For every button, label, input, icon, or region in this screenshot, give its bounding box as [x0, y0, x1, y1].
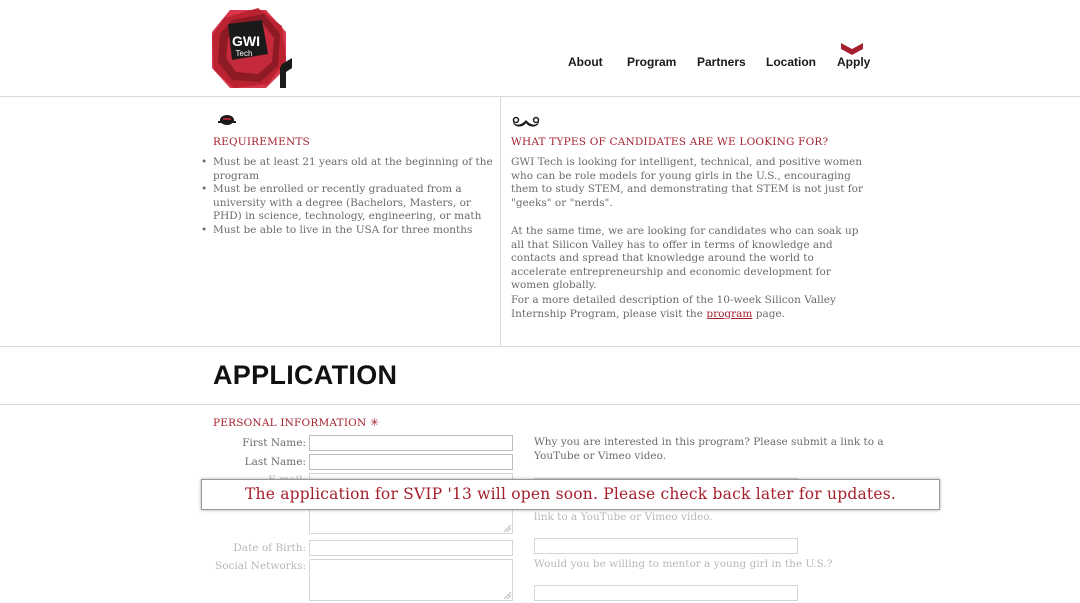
nav-apply[interactable]: Apply [837, 55, 870, 69]
gwi-tech-logo[interactable]: GWI Tech [208, 6, 298, 92]
last-name-label: Last Name: [244, 456, 306, 468]
site-header: GWI Tech About Program Partners Location… [0, 0, 1080, 97]
paragraph-text: page. [752, 307, 785, 320]
mustache-icon [512, 116, 540, 127]
requirement-item: Must be at least 21 years old at the beg… [201, 156, 493, 183]
logo-icon: GWI Tech [212, 8, 292, 88]
requirements-list: Must be at least 21 years old at the beg… [201, 156, 493, 238]
question-mentor: Would you be willing to mentor a young g… [534, 558, 833, 570]
paragraph-text: For a more detailed description of the 1… [511, 294, 836, 320]
notice-banner: The application for SVIP '13 will open s… [201, 479, 940, 510]
resize-grip-icon[interactable] [504, 592, 511, 599]
personal-info-label: PERSONAL INFORMATION [213, 417, 367, 429]
question-video-link: link to a YouTube or Vimeo video. [534, 511, 713, 523]
logo-text-tech: Tech [236, 49, 253, 58]
candidates-paragraph-1: GWI Tech is looking for intelligent, tec… [511, 156, 864, 209]
mentor-input[interactable] [534, 585, 798, 601]
nav-about[interactable]: About [568, 55, 603, 69]
video-link-input-2[interactable] [534, 538, 798, 554]
candidates-paragraph-2: At the same time, we are looking for can… [511, 225, 859, 292]
requirement-item: Must be enrolled or recently graduated f… [201, 183, 493, 224]
social-networks-label: Social Networks: [215, 560, 306, 572]
nav-location[interactable]: Location [766, 55, 816, 69]
section-divider [0, 404, 1080, 405]
required-asterisk-icon: ✳ [369, 416, 380, 429]
apply-chevron-icon [841, 43, 863, 55]
nav-program[interactable]: Program [627, 55, 676, 69]
logo-text-gwi: GWI [232, 33, 260, 49]
section-divider [0, 346, 1080, 347]
info-column-divider [500, 97, 501, 347]
requirement-item: Must be able to live in the USA for thre… [201, 224, 493, 238]
candidates-title: WHAT TYPES OF CANDIDATES ARE WE LOOKING … [511, 136, 829, 148]
program-link[interactable]: program [706, 308, 752, 320]
application-heading: APPLICATION [213, 360, 398, 390]
candidates-paragraph-3: For a more detailed description of the 1… [511, 294, 871, 321]
nav-partners[interactable]: Partners [697, 55, 746, 69]
first-name-input[interactable] [309, 435, 513, 451]
dob-label: Date of Birth: [233, 542, 306, 554]
personal-info-title: PERSONAL INFORMATION ✳ [213, 416, 379, 429]
notice-message: The application for SVIP '13 will open s… [245, 485, 896, 503]
first-name-label: First Name: [242, 437, 306, 449]
dob-input[interactable] [309, 540, 513, 556]
requirements-title: REQUIREMENTS [213, 136, 310, 148]
last-name-input[interactable] [309, 454, 513, 470]
resize-grip-icon[interactable] [504, 525, 511, 532]
hat-icon [218, 115, 236, 125]
social-networks-textarea[interactable] [309, 559, 513, 601]
question-interest: Why you are interested in this program? … [534, 436, 884, 462]
